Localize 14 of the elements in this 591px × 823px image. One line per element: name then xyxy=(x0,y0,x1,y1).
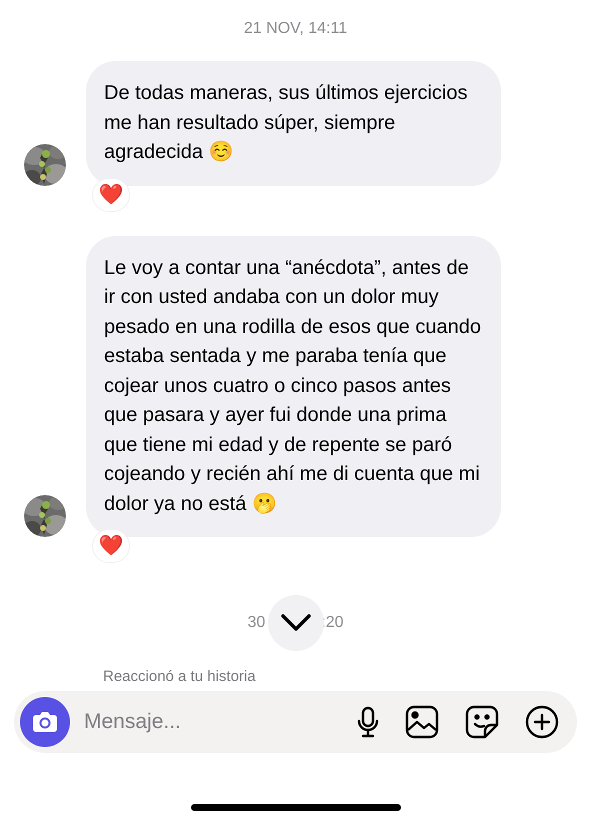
date-divider: :20 xyxy=(321,613,344,633)
reaction-badge[interactable]: ❤ xyxy=(92,178,130,212)
message-bubble: De todas maneras, sus últimos ejercicios me han resultado súper, siempre agradecida ☺ xyxy=(86,61,501,186)
date-divider: 30 xyxy=(247,613,266,633)
microphone-icon[interactable] xyxy=(357,706,379,738)
image-icon[interactable] xyxy=(405,705,439,739)
story-reaction-note: Reaccionó a tu historia xyxy=(103,668,256,685)
date-divider: 21 NOV, 14:11 xyxy=(244,19,348,39)
sticker-icon[interactable] xyxy=(465,705,499,739)
camera-button[interactable] xyxy=(20,697,70,747)
add-icon[interactable] xyxy=(525,705,559,739)
chevron-down-icon xyxy=(281,614,311,632)
reaction-badge[interactable]: ❤ xyxy=(92,529,130,563)
camera-icon xyxy=(32,711,58,733)
